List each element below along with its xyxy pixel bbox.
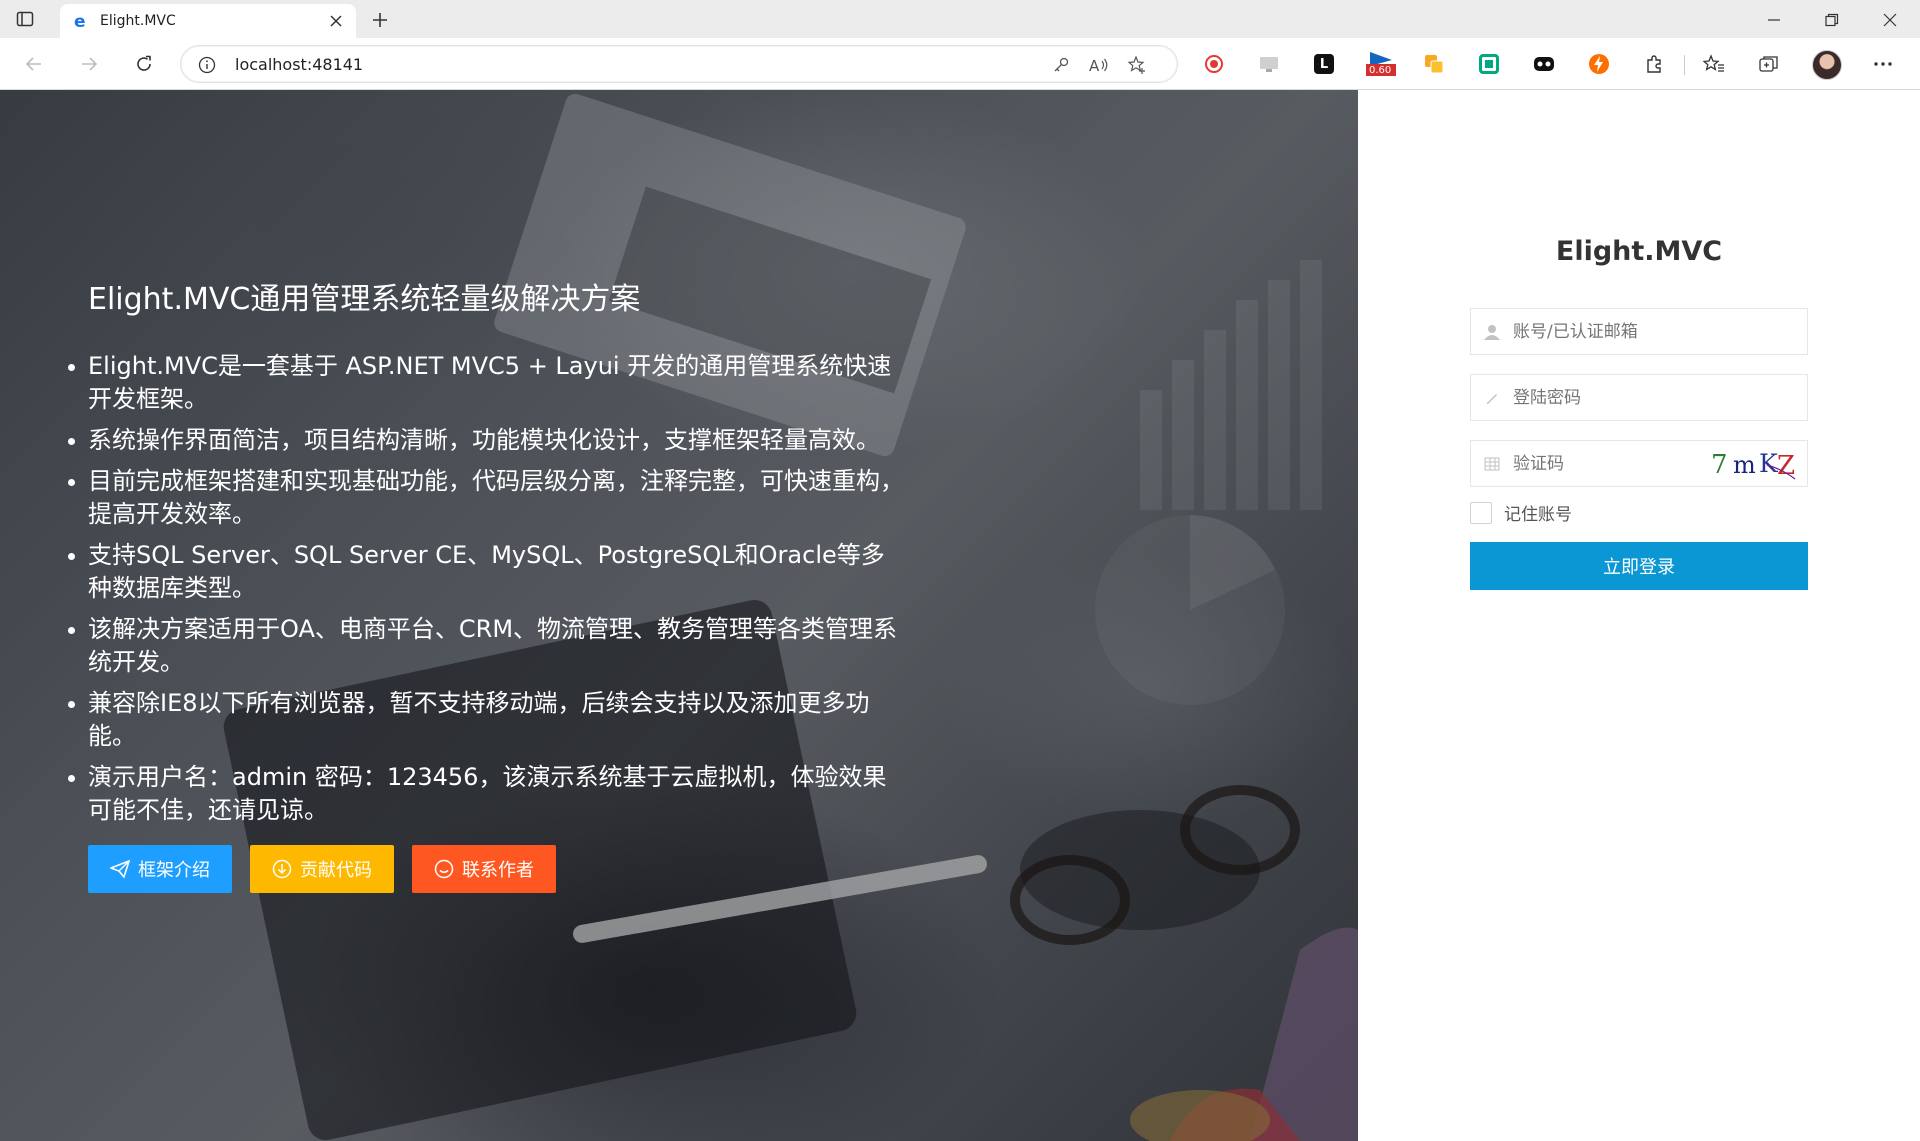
browser-tab[interactable]: e Elight.MVC <box>60 4 356 38</box>
collections-icon[interactable] <box>1756 51 1782 77</box>
screen-extension-icon[interactable] <box>1256 51 1282 77</box>
contact-author-label: 联系作者 <box>462 860 534 881</box>
address-bar[interactable]: localhost:48141 A <box>180 45 1178 83</box>
extension-badge: 0.60 <box>1369 65 1392 76</box>
minimize-icon[interactable] <box>1760 6 1788 34</box>
url-text: localhost:48141 <box>235 55 364 74</box>
hero-title: Elight.MVC通用管理系统轻量级解决方案 <box>88 282 641 317</box>
account-field[interactable] <box>1470 308 1808 355</box>
captcha-field[interactable]: 7 m K Z <box>1470 440 1808 487</box>
framework-intro-label: 框架介绍 <box>138 860 210 881</box>
tab-title: Elight.MVC <box>100 13 176 29</box>
account-input[interactable] <box>1513 309 1713 354</box>
record-extension-icon[interactable] <box>1201 51 1227 77</box>
new-tab-icon[interactable] <box>368 8 392 32</box>
forward-icon[interactable] <box>75 50 103 78</box>
hero-buttons: 框架介绍 贡献代码 联系作者 <box>88 845 904 893</box>
contact-author-button[interactable]: 联系作者 <box>412 845 556 893</box>
back-icon[interactable] <box>20 50 48 78</box>
grid-icon <box>1483 455 1501 473</box>
teal-extension-icon[interactable] <box>1476 51 1502 77</box>
contribute-code-button[interactable]: 贡献代码 <box>250 845 394 893</box>
l-extension-icon[interactable]: L <box>1311 51 1337 77</box>
remember-checkbox[interactable] <box>1470 501 1492 524</box>
feature-item: 支持SQL Server、SQL Server CE、MySQL、Postgre… <box>68 539 904 605</box>
feature-item: 目前完成框架搭建和实现基础功能，代码层级分离，注释完整，可快速重构，提高开发效率… <box>68 465 904 531</box>
browser-toolbar: localhost:48141 A L 0.60 <box>0 38 1920 90</box>
contribute-code-label: 贡献代码 <box>300 860 372 881</box>
lightning-extension-icon[interactable] <box>1586 51 1612 77</box>
edge-favicon-icon: e <box>72 12 90 32</box>
captcha-input[interactable] <box>1513 441 1713 486</box>
browser-tab-bar: e Elight.MVC <box>0 0 1920 38</box>
tab-actions-icon[interactable] <box>14 8 36 30</box>
feature-item: 演示用户名：admin 密码：123456，该演示系统基于云虚拟机，体验效果可能… <box>68 761 904 827</box>
password-field[interactable] <box>1470 374 1808 421</box>
login-panel: Elight.MVC 7 m K Z 记住账号 立即登录 <box>1358 90 1920 1141</box>
feature-item: Elight.MVC是一套基于 ASP.NET MVC5 + Layui 开发的… <box>68 350 904 416</box>
login-submit-button[interactable]: 立即登录 <box>1470 542 1808 590</box>
toolbar-divider <box>1684 55 1685 75</box>
feature-item: 兼容除IE8以下所有浏览器，暂不支持移动端，后续会支持以及添加更多功能。 <box>68 687 904 753</box>
profile-avatar[interactable] <box>1812 50 1842 80</box>
remember-label: 记住账号 <box>1504 505 1572 525</box>
user-icon <box>1483 323 1501 341</box>
hero-section: Elight.MVC通用管理系统轻量级解决方案 Elight.MVC是一套基于 … <box>0 90 1358 1141</box>
feature-item: 该解决方案适用于OA、电商平台、CRM、物流管理、教务管理等各类管理系统开发。 <box>68 613 904 679</box>
mask-extension-icon[interactable] <box>1531 51 1557 77</box>
close-window-icon[interactable] <box>1876 6 1904 34</box>
framework-intro-button[interactable]: 框架介绍 <box>88 845 232 893</box>
translate-extension-icon[interactable] <box>1421 51 1447 77</box>
close-tab-icon[interactable] <box>328 13 344 29</box>
more-options-icon[interactable] <box>1870 51 1896 77</box>
smile-icon <box>434 859 454 879</box>
favorites-icon[interactable] <box>1701 51 1727 77</box>
captcha-image[interactable]: 7 m K Z <box>1707 447 1799 481</box>
stats-extension-icon[interactable]: 0.60 <box>1366 51 1396 77</box>
read-aloud-icon[interactable]: A <box>1089 55 1109 75</box>
password-key-icon[interactable] <box>1051 55 1071 75</box>
svg-text:A: A <box>1089 57 1100 74</box>
captcha-char: K <box>1759 449 1779 478</box>
captcha-char: 7 <box>1711 450 1728 480</box>
hero-content: Elight.MVC通用管理系统轻量级解决方案 Elight.MVC是一套基于 … <box>68 280 904 893</box>
refresh-icon[interactable] <box>130 50 158 78</box>
feature-list: Elight.MVC是一套基于 ASP.NET MVC5 + Layui 开发的… <box>68 350 904 827</box>
captcha-char: m <box>1733 451 1756 479</box>
download-circle-icon <box>272 859 292 879</box>
pencil-icon <box>1483 389 1501 407</box>
svg-text:e: e <box>74 12 86 30</box>
remember-account[interactable]: 记住账号 <box>1470 500 1572 525</box>
paper-plane-icon <box>110 860 130 878</box>
restore-icon[interactable] <box>1818 6 1846 34</box>
feature-item: 系统操作界面简洁，项目结构清晰，功能模块化设计，支撑框架轻量高效。 <box>68 424 904 457</box>
login-title: Elight.MVC <box>1555 236 1723 267</box>
add-favorite-icon[interactable] <box>1127 55 1147 75</box>
extensions-puzzle-icon[interactable] <box>1641 51 1667 77</box>
site-info-icon[interactable] <box>197 55 217 75</box>
password-input[interactable] <box>1513 375 1713 420</box>
